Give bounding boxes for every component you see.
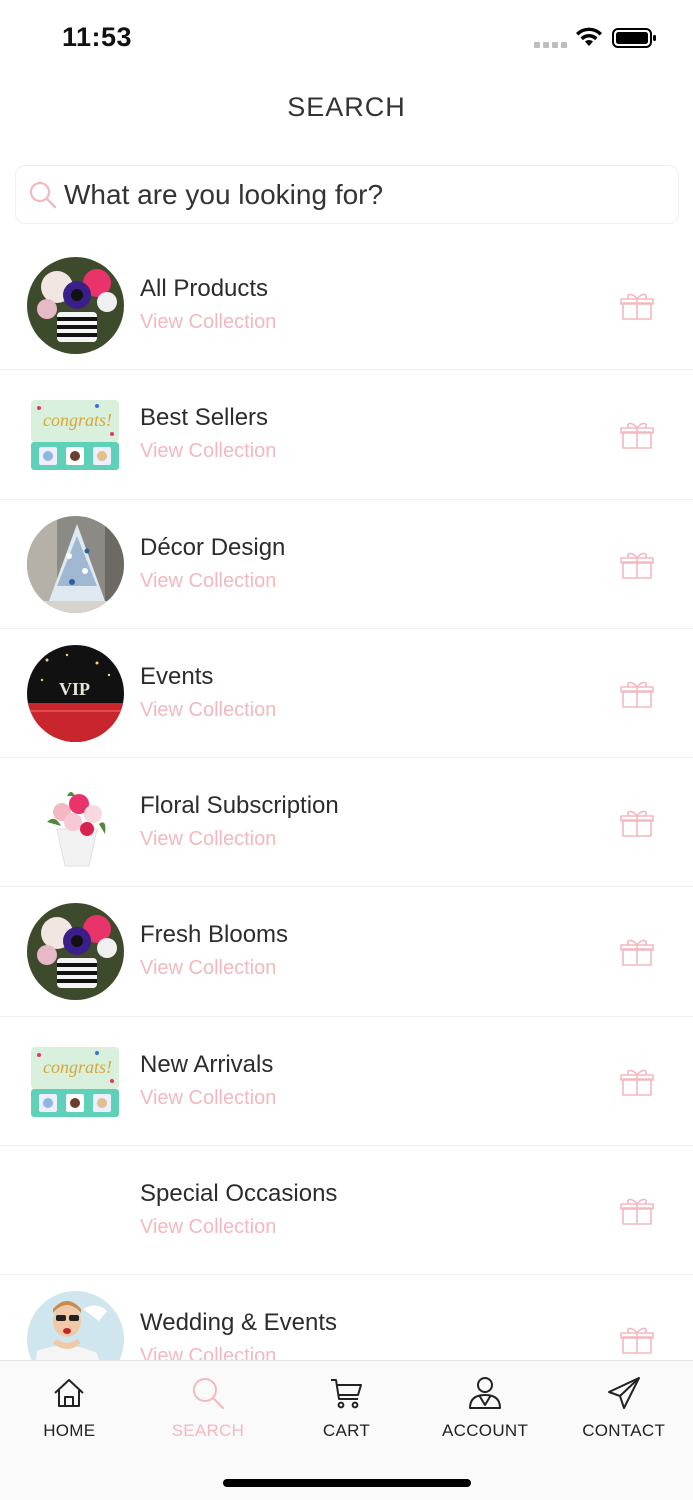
status-time: 11:53 xyxy=(62,22,133,52)
battery-icon xyxy=(612,28,656,48)
tab-account[interactable]: ACCOUNT xyxy=(416,1361,555,1461)
tab-search[interactable]: SEARCH xyxy=(139,1361,278,1461)
view-collection-link[interactable]: View Collection xyxy=(140,570,276,593)
home-indicator xyxy=(223,1479,471,1487)
collection-row-all-products[interactable]: All Products View Collection xyxy=(0,241,693,371)
flower-box-photo xyxy=(27,903,124,1001)
svg-text:congrats!: congrats! xyxy=(43,1057,112,1077)
tab-label: ACCOUNT xyxy=(442,1421,529,1440)
christmas-tree-photo xyxy=(27,515,124,613)
view-collection-link[interactable]: View Collection xyxy=(140,1345,276,1361)
collection-row-wedding-events[interactable]: Wedding & Events View Collection xyxy=(0,1275,693,1361)
flower-box-photo xyxy=(27,257,124,354)
svg-text:VIP: VIP xyxy=(59,679,90,699)
congrats-gift-box-photo: congrats! xyxy=(27,386,124,484)
gift-icon[interactable] xyxy=(620,1196,654,1226)
gift-icon[interactable] xyxy=(620,679,654,709)
collection-title: Special Occasions xyxy=(140,1180,338,1208)
view-collection-link[interactable]: View Collection xyxy=(140,1216,276,1239)
collection-row-best-sellers[interactable]: congrats! Best Sellers View Collection xyxy=(0,370,693,500)
view-collection-link[interactable]: View Collection xyxy=(140,699,276,722)
collection-row-decor-design[interactable]: Décor Design View Collection xyxy=(0,500,693,629)
collection-title: Events xyxy=(140,662,214,690)
congrats-gift-box-photo: congrats! xyxy=(27,1032,124,1130)
tab-contact[interactable]: CONTACT xyxy=(554,1361,693,1461)
home-icon xyxy=(54,1379,84,1407)
gift-icon[interactable] xyxy=(620,550,654,580)
wifi-icon xyxy=(576,27,602,46)
tab-label: CART xyxy=(322,1421,371,1440)
gift-icon[interactable] xyxy=(620,420,654,450)
search-icon xyxy=(192,1378,224,1409)
status-bar: 11:53 xyxy=(0,0,693,70)
account-icon xyxy=(469,1377,502,1409)
collection-list: All Products View Collection congrats! B… xyxy=(0,241,693,1361)
svg-text:congrats!: congrats! xyxy=(43,410,112,430)
tab-cart[interactable]: CART xyxy=(277,1361,416,1461)
collection-row-special-occasions[interactable]: Special Occasions View Collection xyxy=(0,1146,693,1276)
gift-icon[interactable] xyxy=(620,1325,654,1355)
tab-label: SEARCH xyxy=(171,1421,245,1440)
cart-icon xyxy=(331,1379,363,1409)
collection-row-fresh-blooms[interactable]: Fresh Blooms View Collection xyxy=(0,887,693,1017)
gift-icon[interactable] xyxy=(620,808,654,838)
tab-label: HOME xyxy=(43,1421,96,1440)
collection-title: Décor Design xyxy=(140,533,286,561)
collection-title: Best Sellers xyxy=(140,404,269,432)
tab-bar: HOME SEARCH CART ACCOUNT CONTACT xyxy=(0,1360,693,1500)
paper-plane-icon xyxy=(607,1377,640,1409)
gift-icon[interactable] xyxy=(620,937,654,967)
search-icon xyxy=(29,181,57,209)
collection-row-floral-subscription[interactable]: Floral Subscription View Collection xyxy=(0,758,693,888)
cellular-signal-icon xyxy=(534,42,567,48)
search-input[interactable] xyxy=(64,166,664,223)
tab-label: CONTACT xyxy=(582,1421,666,1440)
collection-title: New Arrivals xyxy=(140,1050,274,1078)
gift-icon[interactable] xyxy=(620,291,654,321)
collection-title: All Products xyxy=(140,275,269,302)
bouquet-photo xyxy=(27,774,124,872)
view-collection-link[interactable]: View Collection xyxy=(140,828,276,851)
vip-red-carpet-photo: VIP xyxy=(27,644,124,742)
collection-title: Fresh Blooms xyxy=(140,921,289,949)
bride-photo xyxy=(27,1291,124,1361)
page-title: SEARCH xyxy=(287,92,406,122)
collection-row-new-arrivals[interactable]: congrats! New Arrivals View Collection xyxy=(0,1017,693,1147)
view-collection-link[interactable]: View Collection xyxy=(140,311,276,334)
collection-title: Floral Subscription xyxy=(140,792,339,820)
view-collection-link[interactable]: View Collection xyxy=(140,440,276,463)
collection-row-events[interactable]: VIP Events View Collection xyxy=(0,629,693,759)
search-bar[interactable] xyxy=(15,165,679,224)
collection-title: Wedding & Events xyxy=(140,1309,338,1337)
gift-icon[interactable] xyxy=(620,1067,654,1097)
tab-home[interactable]: HOME xyxy=(0,1361,139,1461)
view-collection-link[interactable]: View Collection xyxy=(140,957,276,980)
view-collection-link[interactable]: View Collection xyxy=(140,1087,276,1110)
